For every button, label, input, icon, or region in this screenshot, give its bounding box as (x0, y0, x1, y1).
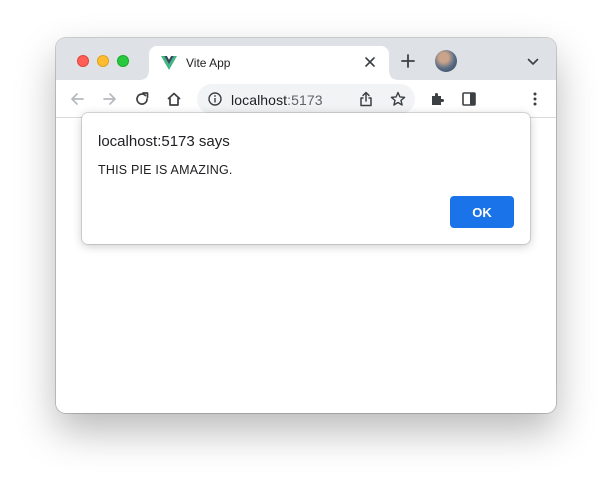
close-window-button[interactable] (77, 55, 89, 67)
dialog-message: THIS PIE IS AMAZING. (98, 163, 233, 177)
ok-button[interactable]: OK (450, 196, 514, 228)
url-text: localhost:5173 (231, 92, 323, 108)
address-bar[interactable]: localhost:5173 (197, 84, 415, 114)
new-tab-icon[interactable] (401, 54, 415, 68)
dialog-title: localhost:5173 says (98, 133, 230, 150)
alert-dialog: localhost:5173 says THIS PIE IS AMAZING.… (82, 113, 530, 244)
vue-logo-icon (161, 56, 177, 70)
chevron-down-icon[interactable] (527, 58, 539, 66)
tab-strip: Vite App (56, 38, 556, 80)
tab-vite-app[interactable]: Vite App (141, 46, 397, 80)
bookmark-star-icon[interactable] (390, 91, 406, 107)
maximize-window-button[interactable] (117, 55, 129, 67)
more-menu-icon[interactable] (527, 91, 543, 107)
share-icon[interactable] (359, 91, 373, 107)
tab-title: Vite App (186, 56, 231, 70)
profile-avatar[interactable] (435, 50, 457, 72)
url-host: localhost (231, 92, 288, 108)
side-panel-icon[interactable] (461, 91, 477, 107)
minimize-window-button[interactable] (97, 55, 109, 67)
extensions-puzzle-icon[interactable] (429, 91, 445, 107)
back-icon[interactable] (69, 91, 85, 107)
url-port: :5173 (287, 92, 323, 108)
close-tab-icon[interactable] (363, 55, 377, 69)
info-icon[interactable] (208, 92, 222, 106)
home-icon[interactable] (166, 91, 182, 107)
forward-icon[interactable] (102, 91, 118, 107)
reload-icon[interactable] (134, 91, 150, 107)
